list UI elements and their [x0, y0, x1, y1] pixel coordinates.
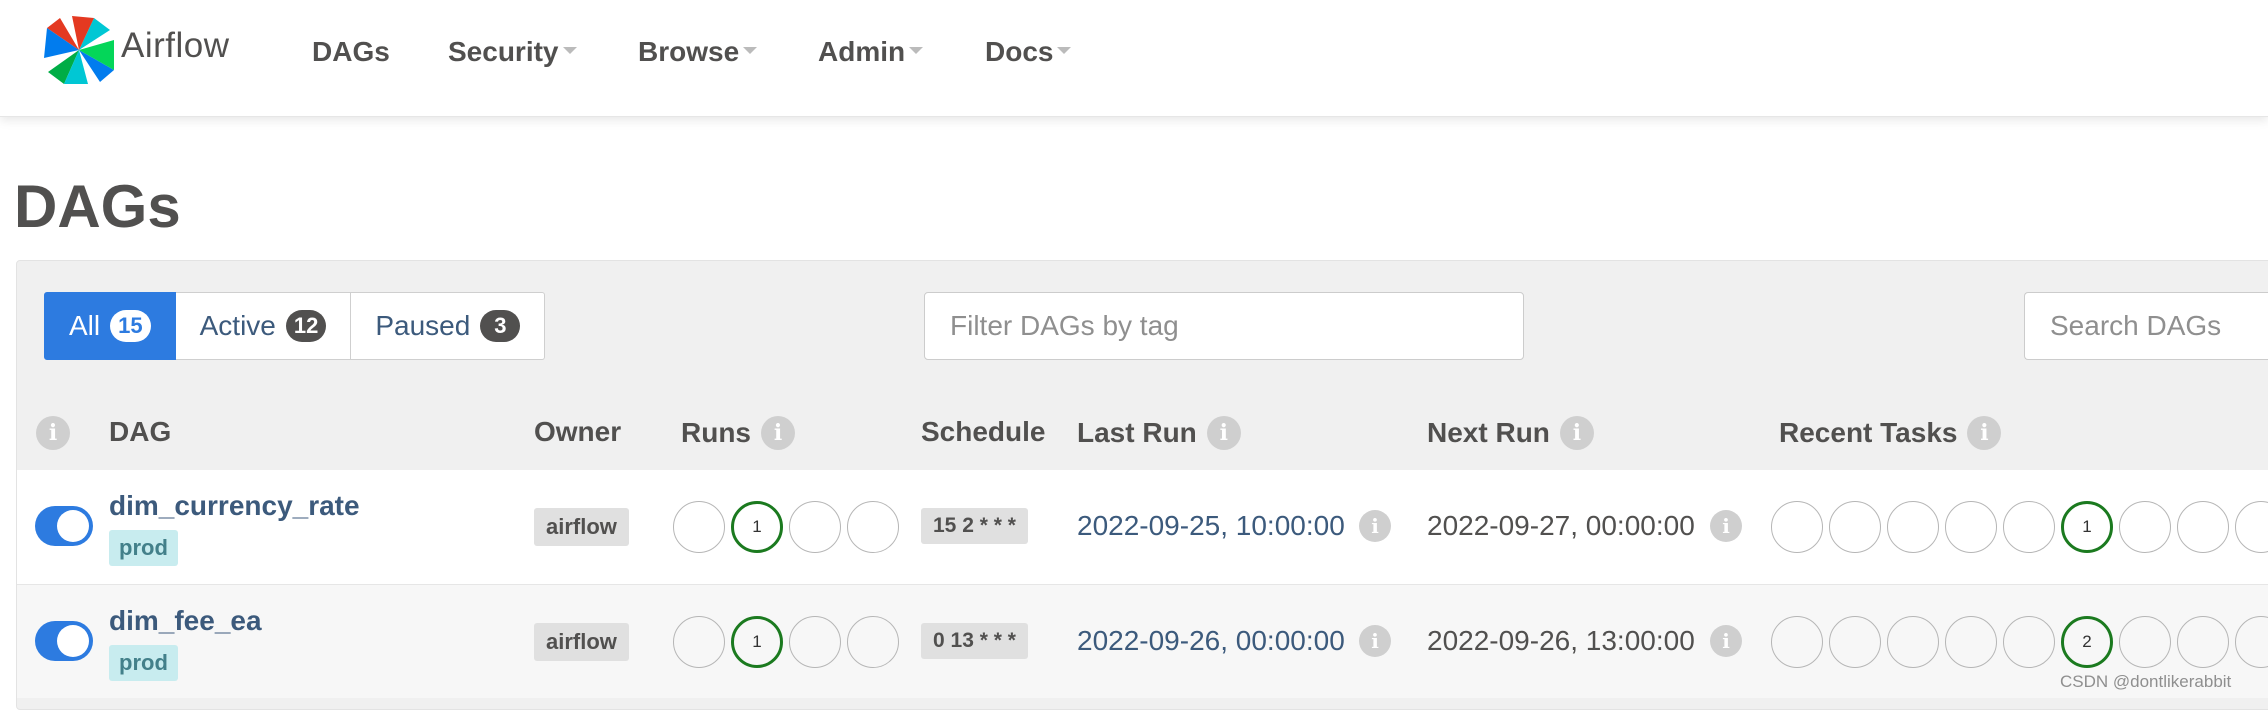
run-state-circle[interactable]: 1 — [731, 501, 783, 553]
header-last-run-label: Last Run — [1077, 417, 1197, 448]
task-state-circle[interactable] — [1887, 616, 1939, 668]
task-state-circle[interactable] — [2119, 501, 2171, 553]
info-icon[interactable]: i — [1559, 416, 1594, 450]
run-state-circle[interactable] — [673, 616, 725, 668]
task-state-circle[interactable]: 2 — [2061, 616, 2113, 668]
last-run-link[interactable]: 2022-09-25, 10:00:00 — [1077, 510, 1345, 542]
toggle-knob — [57, 510, 89, 542]
run-state-circle[interactable] — [847, 501, 899, 553]
run-state-circle[interactable] — [789, 616, 841, 668]
header-last-run: Last Run i — [1077, 416, 1241, 450]
header-runs-label: Runs — [681, 417, 751, 448]
pause-toggle[interactable] — [35, 621, 93, 661]
dag-tag[interactable]: prod — [109, 645, 178, 681]
header-schedule: Schedule — [921, 416, 1046, 447]
task-state-circle[interactable] — [1945, 616, 1997, 668]
search-placeholder: Search DAGs — [2050, 310, 2222, 341]
next-run-value: 2022-09-27, 00:00:00 — [1427, 510, 1695, 541]
caret-down-icon — [1057, 47, 1072, 55]
task-state-circle[interactable] — [1829, 616, 1881, 668]
info-icon[interactable]: i — [1967, 416, 2002, 450]
dag-id-link[interactable]: dim_fee_ea — [109, 605, 262, 637]
task-state-circle[interactable] — [2177, 616, 2229, 668]
info-icon[interactable]: i — [1710, 625, 1742, 657]
search-dags-input[interactable]: Search DAGs — [2024, 292, 2268, 360]
tag-filter-input[interactable]: Filter DAGs by tag — [924, 292, 1524, 360]
caret-down-icon — [909, 47, 924, 55]
run-state-circle[interactable] — [673, 501, 725, 553]
run-state-circle[interactable]: 1 — [731, 616, 783, 668]
nav-admin[interactable]: Admin — [818, 36, 924, 68]
header-owner[interactable]: Owner — [534, 416, 621, 448]
nav-browse[interactable]: Browse — [638, 36, 758, 68]
task-state-circle[interactable] — [1771, 616, 1823, 668]
navbar: Airflow DAGs Security Browse Admin Docs — [0, 0, 2268, 117]
task-state-circle[interactable] — [2119, 616, 2171, 668]
task-state-circle[interactable] — [1945, 501, 1997, 553]
schedule-badge: 0 13 * * * — [921, 623, 1028, 659]
filter-paused-label: Paused — [375, 310, 471, 341]
filter-active-button[interactable]: Active 12 — [175, 292, 352, 360]
header-runs: Runs i — [681, 416, 795, 450]
info-icon[interactable]: i — [1206, 416, 1241, 450]
header-dag[interactable]: DAG — [109, 416, 171, 448]
last-run-link[interactable]: 2022-09-26, 00:00:00 — [1077, 625, 1345, 657]
status-filter-group: All 15 Active 12 Paused 3 — [44, 292, 546, 360]
info-icon[interactable]: i — [761, 416, 795, 450]
table-row: dim_currency_rate prod airflow 1 15 2 * … — [17, 470, 2268, 584]
dag-tag[interactable]: prod — [109, 530, 178, 566]
next-run-value: 2022-09-26, 13:00:00 — [1427, 625, 1695, 656]
nav-security-label: Security — [448, 36, 559, 67]
table-row: dim_fee_ea prod airflow 1 0 13 * * * 202… — [17, 584, 2268, 698]
nav-admin-label: Admin — [818, 36, 906, 67]
header-next-run: Next Run i — [1427, 416, 1594, 450]
task-state-circle[interactable] — [1829, 501, 1881, 553]
nav-docs[interactable]: Docs — [985, 36, 1072, 68]
watermark: CSDN @dontlikerabbit — [2060, 672, 2232, 691]
count-badge: 3 — [480, 310, 521, 342]
brand-name[interactable]: Airflow — [121, 26, 230, 66]
task-state-circle[interactable] — [2235, 616, 2268, 668]
owner-badge[interactable]: airflow — [534, 623, 629, 661]
task-state-circle[interactable]: 1 — [2061, 501, 2113, 553]
header-recent-tasks: Recent Tasks i — [1779, 416, 2002, 450]
info-icon[interactable]: i — [1710, 510, 1742, 542]
filter-active-label: Active — [199, 310, 276, 341]
caret-down-icon — [562, 47, 577, 55]
dag-id-link[interactable]: dim_currency_rate — [109, 490, 360, 522]
task-state-circle[interactable] — [2003, 501, 2055, 553]
filter-all-button[interactable]: All 15 — [44, 292, 176, 360]
run-state-circle[interactable] — [847, 616, 899, 668]
nav-dags-label: DAGs — [312, 36, 390, 67]
caret-down-icon — [743, 47, 758, 55]
header-toggle-info: i — [36, 416, 70, 450]
task-state-circle[interactable] — [2003, 616, 2055, 668]
airflow-logo-icon[interactable] — [42, 14, 116, 86]
count-badge: 15 — [110, 310, 151, 342]
nav-security[interactable]: Security — [448, 36, 577, 68]
task-state-circle[interactable] — [1887, 501, 1939, 553]
task-state-circle[interactable] — [2235, 501, 2268, 553]
filter-paused-button[interactable]: Paused 3 — [351, 292, 546, 360]
task-state-circle[interactable] — [1771, 501, 1823, 553]
pause-toggle[interactable] — [35, 506, 93, 546]
tag-filter-placeholder: Filter DAGs by tag — [950, 310, 1179, 341]
header-recent-tasks-label: Recent Tasks — [1779, 417, 1958, 448]
info-icon[interactable]: i — [1359, 625, 1391, 657]
info-icon[interactable]: i — [36, 416, 70, 450]
schedule-badge: 15 2 * * * — [921, 508, 1028, 544]
count-badge: 12 — [285, 310, 327, 342]
nav-dags[interactable]: DAGs — [312, 36, 390, 68]
nav-browse-label: Browse — [638, 36, 740, 67]
header-next-run-label: Next Run — [1427, 417, 1550, 448]
run-state-circle[interactable] — [789, 501, 841, 553]
page-title: DAGs — [14, 173, 181, 240]
nav-docs-label: Docs — [985, 36, 1054, 67]
task-state-circle[interactable] — [2177, 501, 2229, 553]
filter-all-label: All — [69, 310, 101, 341]
info-icon[interactable]: i — [1359, 510, 1391, 542]
toggle-knob — [57, 625, 89, 657]
owner-badge[interactable]: airflow — [534, 508, 629, 546]
